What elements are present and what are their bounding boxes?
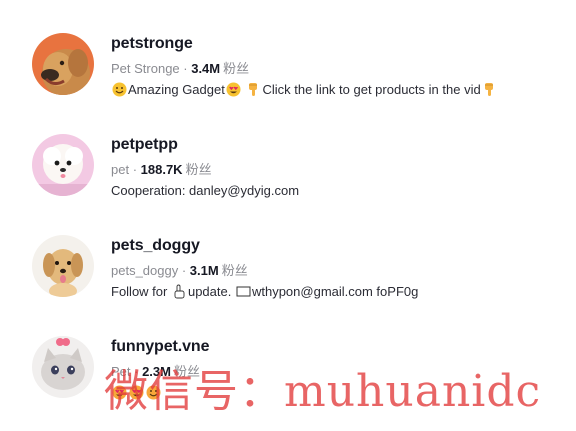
followers-label: 粉丝: [223, 61, 250, 76]
bio-text: update.: [187, 284, 235, 299]
account-row[interactable]: pets_doggy pets_doggy · 3.1M 粉丝 Follow fo…: [0, 235, 576, 330]
account-row[interactable]: funnypet.vne Pet · 2.3M 粉丝: [0, 336, 576, 431]
meta-separator: ·: [130, 364, 143, 379]
bio-text: wthypon@gmail.com foPF0g: [251, 284, 419, 299]
nickname: pets_doggy: [111, 263, 179, 278]
bio: Follow for update. wthypon@gmail.com foP…: [111, 284, 418, 299]
point-down-hand-icon: [482, 82, 497, 97]
meta-separator: ·: [129, 162, 141, 177]
envelope-icon: [236, 284, 251, 299]
avatar[interactable]: [32, 336, 94, 398]
bio-text: Cooperation: danley@ydyig.com: [111, 183, 300, 198]
follower-count: 188.7K: [140, 162, 183, 177]
bio-text: Click the link to get products in the vi…: [262, 82, 481, 97]
smile-face-icon: [112, 82, 127, 97]
heart-eyes-face-icon: [112, 385, 127, 400]
bio: Cooperation: danley@ydyig.com: [111, 183, 299, 198]
followers-label: 粉丝: [185, 162, 212, 177]
username[interactable]: petpetpp: [111, 136, 178, 154]
bio-text: Follow for: [111, 284, 171, 299]
meta-separator: ·: [178, 263, 190, 278]
account-meta: Pet Stronge · 3.4M 粉丝: [111, 58, 249, 77]
username[interactable]: petstronge: [111, 35, 193, 53]
username[interactable]: pets_doggy: [111, 237, 200, 255]
account-row[interactable]: petpetpp pet · 188.7K 粉丝 Cooperation: dan…: [0, 134, 576, 229]
follower-count: 2.3M: [142, 364, 171, 379]
smile-face-icon: [146, 385, 161, 400]
follower-count: 3.1M: [189, 263, 219, 278]
account-row[interactable]: petstronge Pet Stronge · 3.4M 粉丝 Amazing …: [0, 33, 576, 128]
nickname: Pet: [111, 364, 131, 379]
point-up-hand-icon: [172, 284, 187, 299]
bio: Amazing Gadget Click the link to get pro…: [111, 82, 498, 97]
avatar[interactable]: [32, 33, 94, 95]
follower-count: 3.4M: [191, 61, 221, 76]
account-meta: Pet · 2.3M 粉丝: [111, 361, 200, 380]
point-down-hand-icon: [246, 82, 261, 97]
bio-text: Amazing Gadget: [128, 82, 225, 97]
nickname: Pet Stronge: [111, 61, 180, 76]
bio: [111, 385, 162, 400]
avatar[interactable]: [32, 235, 94, 297]
followers-label: 粉丝: [173, 364, 200, 379]
heart-eyes-face-icon: [129, 385, 144, 400]
username[interactable]: funnypet.vne: [111, 338, 209, 356]
account-meta: pets_doggy · 3.1M 粉丝: [111, 260, 248, 279]
account-meta: pet · 188.7K 粉丝: [111, 159, 212, 178]
avatar[interactable]: [32, 134, 94, 196]
followers-label: 粉丝: [221, 263, 248, 278]
meta-separator: ·: [179, 61, 192, 76]
heart-eyes-face-icon: [226, 82, 241, 97]
bio-text: [242, 82, 246, 97]
nickname: pet: [111, 162, 130, 177]
